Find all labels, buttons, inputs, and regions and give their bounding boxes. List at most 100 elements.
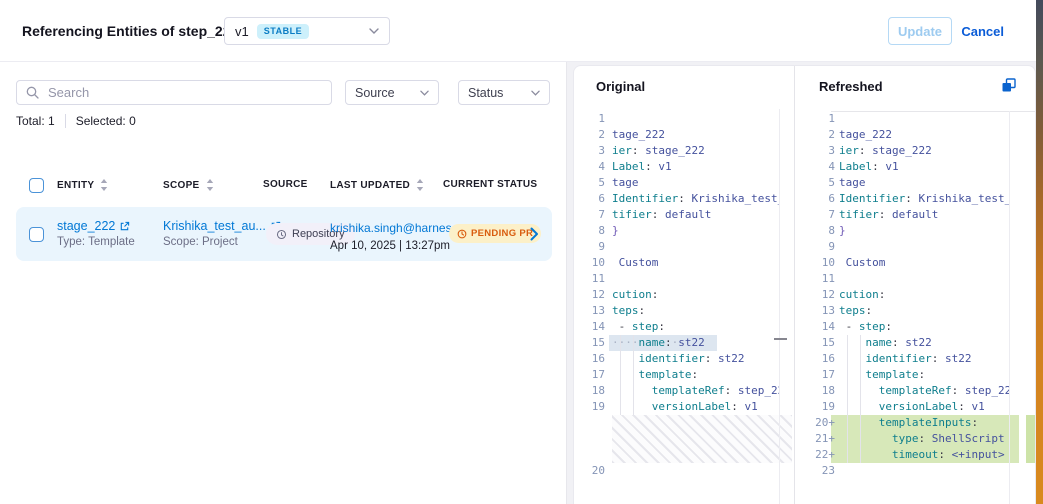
last-updated-cell: krishika.singh@harnes... Apr 10, 2025 | … xyxy=(330,219,462,252)
code-line: 9 xyxy=(795,239,1009,255)
collapsed-diff-gap xyxy=(612,415,792,463)
row-checkbox[interactable] xyxy=(29,227,44,242)
indent-guide xyxy=(620,335,621,415)
editor-boundary-line xyxy=(1009,111,1010,504)
code-line: 1 xyxy=(574,111,779,127)
code-line: 14 - step: xyxy=(574,319,779,335)
page-header: Referencing Entities of step_222 v1 STAB… xyxy=(0,0,1043,62)
clock-icon xyxy=(457,229,467,239)
code-line: 22+ timeout: <+input> xyxy=(795,447,1019,463)
updated-by-link[interactable]: krishika.singh@harnes... xyxy=(330,221,462,235)
code-line: 13teps: xyxy=(795,303,1009,319)
code-line: 11 xyxy=(574,271,779,287)
scope-detail: Scope: Project xyxy=(163,236,281,248)
version-dropdown[interactable]: v1 STABLE xyxy=(224,17,390,45)
indent-guide xyxy=(633,335,634,415)
chevron-down-icon xyxy=(420,90,429,96)
updated-at: Apr 10, 2025 | 13:27pm xyxy=(330,240,462,252)
entity-type: Type: Template xyxy=(57,236,135,248)
code-line: 20 xyxy=(574,463,779,479)
code-line: 9 xyxy=(574,239,779,255)
code-line: 23 xyxy=(795,463,1009,479)
repository-icon xyxy=(276,229,287,240)
refreshed-pane-title: Refreshed xyxy=(819,79,883,94)
original-code-pane[interactable]: 12tage_2223ier: stage_2224Label: v15tage… xyxy=(574,111,794,479)
copy-button[interactable] xyxy=(1000,77,1017,97)
code-line: 16 identifier: st22 xyxy=(795,351,1009,367)
select-all-checkbox[interactable] xyxy=(29,178,44,193)
scope-link[interactable]: Krishika_test_au... xyxy=(163,219,266,233)
column-header-entity: ENTITY xyxy=(57,179,108,191)
code-line: 18 templateRef: step_222 xyxy=(574,383,779,399)
code-line: 17 template: xyxy=(574,367,779,383)
status-filter-dropdown[interactable]: Status xyxy=(458,80,550,105)
chevron-down-icon xyxy=(531,90,540,96)
code-line: 3ier: stage_222 xyxy=(574,143,779,159)
code-line: 20+ templateInputs: xyxy=(795,415,1019,431)
code-line: 8} xyxy=(574,223,779,239)
entity-link[interactable]: stage_222 xyxy=(57,219,115,233)
original-pane-title: Original xyxy=(596,79,645,94)
status-badge: PENDING PR xyxy=(449,224,541,243)
row-expand-chevron-icon[interactable] xyxy=(530,227,539,241)
code-line: 10 Custom xyxy=(574,255,779,271)
indent-guide xyxy=(847,335,848,463)
yaml-diff-card: Original Refreshed 12tage_2223ier: stage… xyxy=(573,65,1036,504)
editor-boundary-line xyxy=(779,109,780,504)
sort-icon[interactable] xyxy=(206,179,214,191)
sort-icon[interactable] xyxy=(100,179,108,191)
column-header-last-updated: LAST UPDATED xyxy=(330,179,424,191)
code-line: 18 templateRef: step_222 xyxy=(795,383,1009,399)
page-title: Referencing Entities of step_222 xyxy=(22,23,238,39)
code-line: 7tifier: default xyxy=(795,207,1009,223)
overview-ruler-added-marker xyxy=(1026,415,1036,463)
code-line: 19 versionLabel: v1 xyxy=(574,399,779,415)
table-row[interactable]: stage_222 Type: Template Krishika_test_a… xyxy=(16,207,552,261)
indent-guide xyxy=(860,335,861,463)
search-input[interactable] xyxy=(46,84,322,101)
divider xyxy=(65,114,66,128)
code-line: 2tage_222 xyxy=(795,127,1009,143)
search-icon xyxy=(26,86,39,99)
code-line: 7tifier: default xyxy=(574,207,779,223)
code-line: 2tage_222 xyxy=(574,127,779,143)
selected-count: Selected: 0 xyxy=(76,114,136,128)
diff-change-marker xyxy=(774,338,787,340)
code-line: 4Label: v1 xyxy=(574,159,779,175)
code-line: 16 identifier: st22 xyxy=(574,351,779,367)
scope-cell: Krishika_test_au... Scope: Project xyxy=(163,219,281,248)
code-line: 10 Custom xyxy=(795,255,1009,271)
version-value: v1 xyxy=(235,24,249,39)
code-line: 5tage xyxy=(574,175,779,191)
code-line: 1 xyxy=(795,111,1009,127)
column-header-scope: SCOPE xyxy=(163,179,214,191)
sort-icon[interactable] xyxy=(416,179,424,191)
code-line: 19 versionLabel: v1 xyxy=(795,399,1009,415)
code-line: 6Identifier: Krishika_test_aut xyxy=(574,191,779,207)
source-filter-dropdown[interactable]: Source xyxy=(345,80,439,105)
code-line: 5tage xyxy=(795,175,1009,191)
cancel-button[interactable]: Cancel xyxy=(955,17,1010,45)
refreshed-code-pane[interactable]: 12tage_2223ier: stage_2224Label: v15tage… xyxy=(795,111,1036,479)
total-count: Total: 1 xyxy=(16,114,55,128)
code-line: 3ier: stage_222 xyxy=(795,143,1009,159)
update-button[interactable]: Update xyxy=(888,17,952,45)
code-line: 21+ type: ShellScript xyxy=(795,431,1019,447)
column-header-source: SOURCE xyxy=(263,179,308,190)
copy-icon xyxy=(1000,77,1017,94)
code-line: 12cution: xyxy=(574,287,779,303)
editor-top-line xyxy=(831,111,1036,112)
chevron-down-icon xyxy=(369,28,379,34)
code-line: 12cution: xyxy=(795,287,1009,303)
external-link-icon[interactable] xyxy=(119,221,130,232)
window-edge-strip xyxy=(1036,0,1043,504)
code-line: 4Label: v1 xyxy=(795,159,1009,175)
search-box[interactable] xyxy=(16,80,332,105)
code-line: 8} xyxy=(795,223,1009,239)
code-line: 17 template: xyxy=(795,367,1009,383)
code-line: 13teps: xyxy=(574,303,779,319)
code-line: 15····name:·st22 xyxy=(574,335,779,351)
code-line: 15 name: st22 xyxy=(795,335,1009,351)
column-header-current-status: CURRENT STATUS xyxy=(443,179,537,190)
results-summary: Total: 1 Selected: 0 xyxy=(16,114,136,128)
